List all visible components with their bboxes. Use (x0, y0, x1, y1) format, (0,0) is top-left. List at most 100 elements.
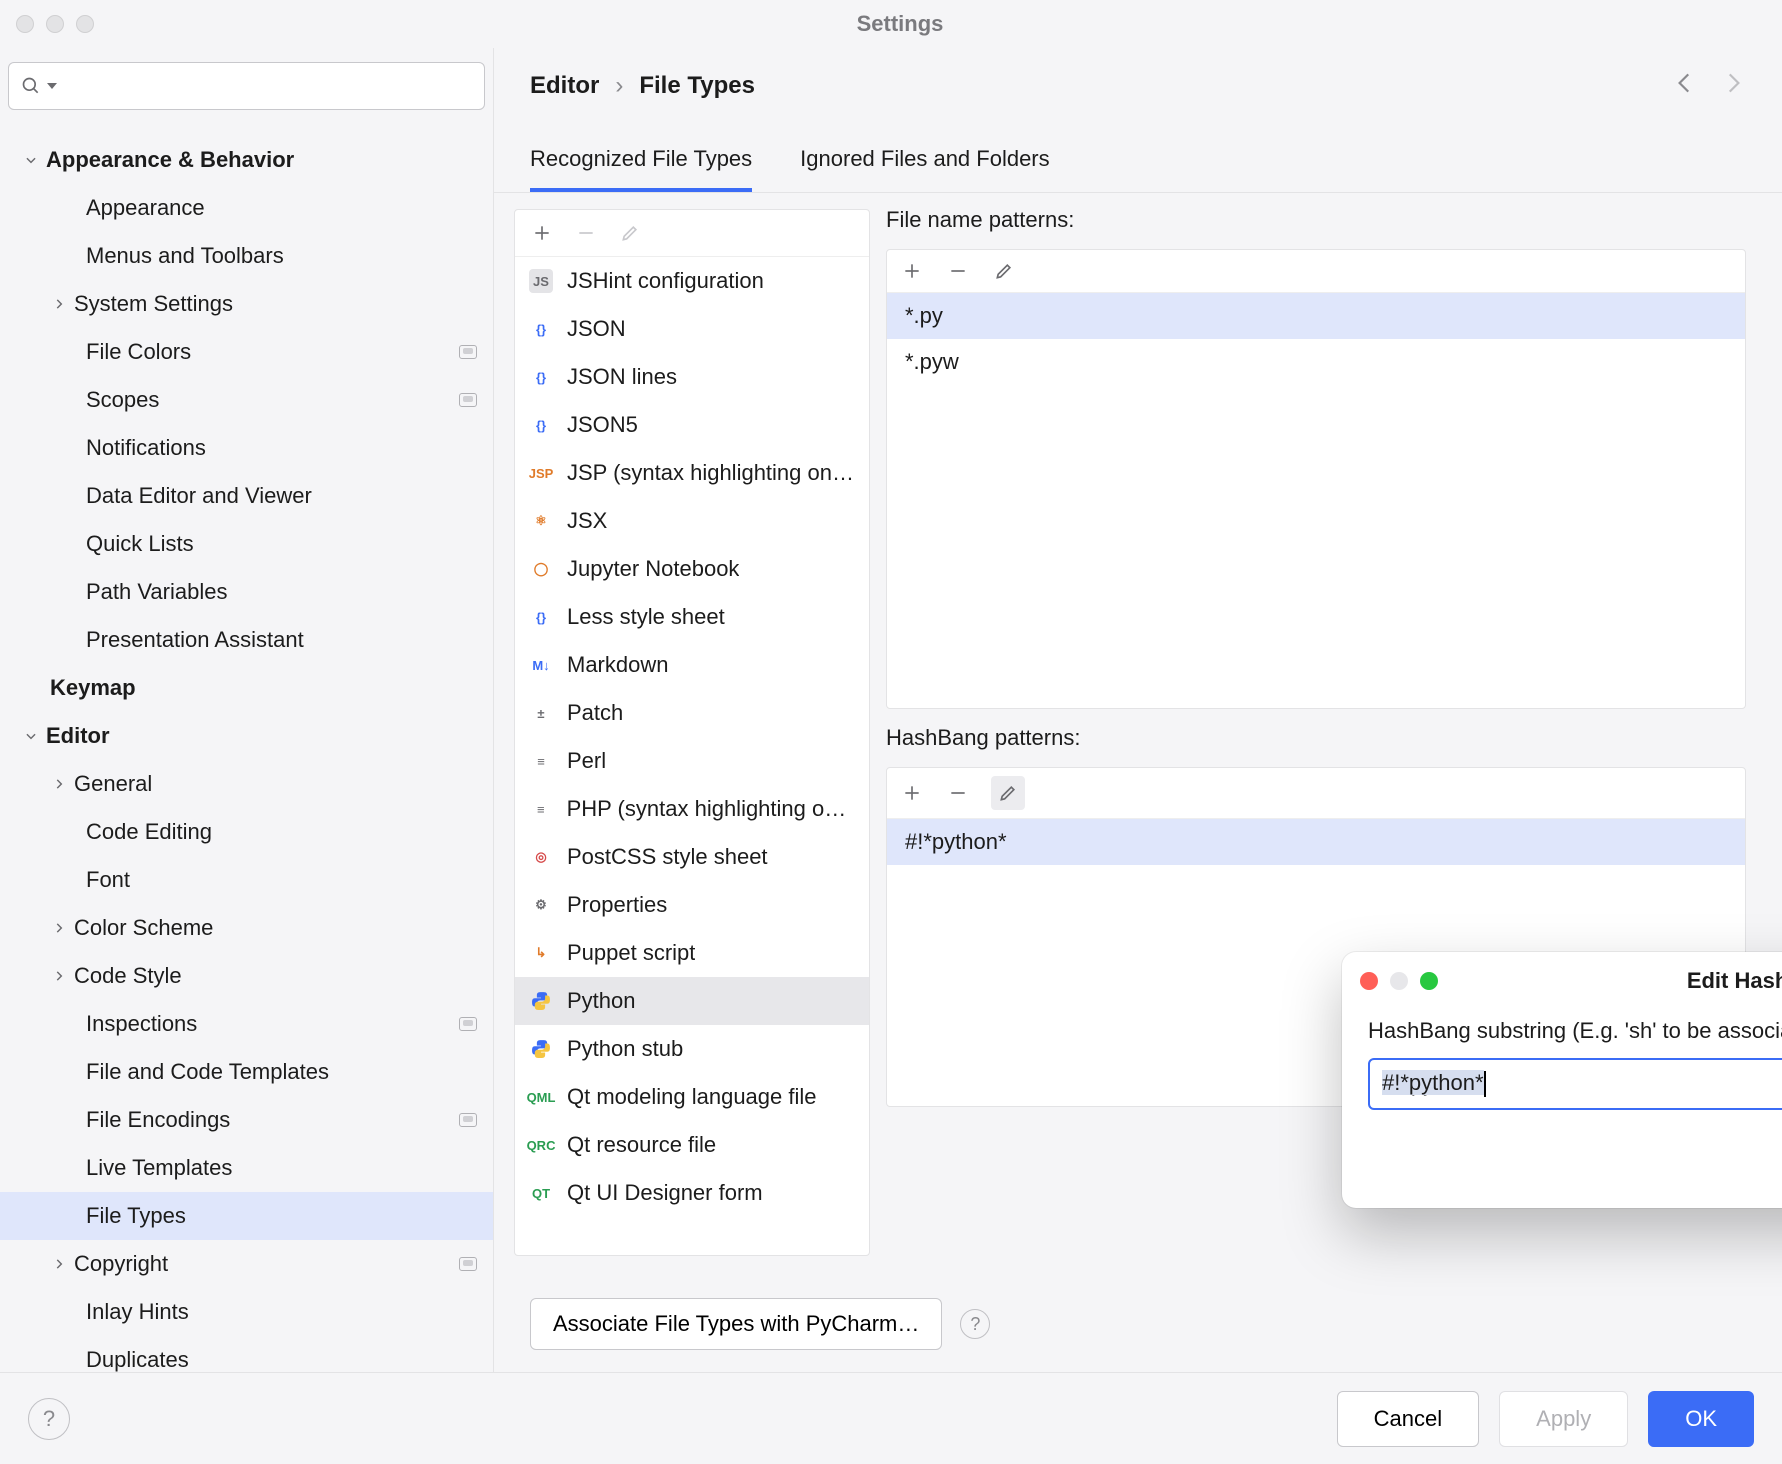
filetype-icon: M↓ (529, 653, 553, 677)
filetype-icon: ≡ (529, 749, 553, 773)
search-input[interactable] (8, 62, 485, 110)
add-filetype-button[interactable] (529, 220, 555, 246)
modal-title: Edit HashBang Pattern (1378, 968, 1782, 994)
sidebar-item-path-variables[interactable]: Path Variables (0, 568, 493, 616)
filetype-item-perl[interactable]: ≡Perl (515, 737, 869, 785)
filetype-item-less-style-sheet[interactable]: {}Less style sheet (515, 593, 869, 641)
ok-button[interactable]: OK (1648, 1391, 1754, 1447)
sidebar-item-label: General (74, 771, 477, 797)
add-pattern-button[interactable] (899, 258, 925, 284)
sidebar-item-scopes[interactable]: Scopes (0, 376, 493, 424)
sidebar-item-label: Quick Lists (86, 531, 477, 557)
back-button[interactable] (1672, 70, 1698, 102)
sidebar-item-label: Duplicates (86, 1347, 477, 1372)
filetype-item-postcss-style-sheet[interactable]: ◎PostCSS style sheet (515, 833, 869, 881)
sidebar-item-data-editor-and-viewer[interactable]: Data Editor and Viewer (0, 472, 493, 520)
remove-filetype-button[interactable] (573, 220, 599, 246)
sidebar-item-label: Path Variables (86, 579, 477, 605)
hashbang-input[interactable] (1368, 1058, 1782, 1110)
filetype-item-patch[interactable]: ±Patch (515, 689, 869, 737)
help-icon[interactable]: ? (960, 1309, 990, 1339)
sidebar-item-label: File Types (86, 1203, 477, 1229)
sidebar-item-font[interactable]: Font (0, 856, 493, 904)
sidebar-item-copyright[interactable]: Copyright (0, 1240, 493, 1288)
sidebar-item-appearance-behavior[interactable]: Appearance & Behavior (0, 136, 493, 184)
filetype-item-qt-ui-designer-form[interactable]: QTQt UI Designer form (515, 1169, 869, 1217)
file-pattern-item[interactable]: *.pyw (887, 339, 1745, 385)
sidebar-item-menus-and-toolbars[interactable]: Menus and Toolbars (0, 232, 493, 280)
project-badge-icon (459, 345, 477, 359)
sidebar-item-label: Editor (46, 723, 477, 749)
sidebar-item-file-and-code-templates[interactable]: File and Code Templates (0, 1048, 493, 1096)
filetype-label: JSON lines (567, 364, 677, 390)
filetype-icon (529, 1037, 553, 1061)
filetype-item-jupyter-notebook[interactable]: ◯Jupyter Notebook (515, 545, 869, 593)
sidebar-item-code-style[interactable]: Code Style (0, 952, 493, 1000)
remove-pattern-button[interactable] (945, 258, 971, 284)
sidebar-item-appearance[interactable]: Appearance (0, 184, 493, 232)
tab-ignored-files[interactable]: Ignored Files and Folders (800, 146, 1049, 192)
filetype-item-qt-modeling-language-file[interactable]: QMLQt modeling language file (515, 1073, 869, 1121)
sidebar-item-code-editing[interactable]: Code Editing (0, 808, 493, 856)
project-badge-icon (459, 1113, 477, 1127)
chevron-down-icon (22, 151, 40, 169)
edit-filetype-button[interactable] (617, 220, 643, 246)
sidebar-item-quick-lists[interactable]: Quick Lists (0, 520, 493, 568)
filetype-icon: QML (529, 1085, 553, 1109)
filetype-item-json5[interactable]: {}JSON5 (515, 401, 869, 449)
file-pattern-item[interactable]: *.py (887, 293, 1745, 339)
sidebar-item-editor[interactable]: Editor (0, 712, 493, 760)
edit-pattern-button[interactable] (991, 258, 1017, 284)
sidebar-item-inlay-hints[interactable]: Inlay Hints (0, 1288, 493, 1336)
edit-hashbang-button[interactable] (991, 776, 1025, 810)
sidebar-item-inspections[interactable]: Inspections (0, 1000, 493, 1048)
sidebar-item-live-templates[interactable]: Live Templates (0, 1144, 493, 1192)
footer-help-button[interactable]: ? (28, 1398, 70, 1440)
sidebar-item-file-types[interactable]: File Types (0, 1192, 493, 1240)
chevron-right-icon (50, 967, 68, 985)
filetype-item-jsx[interactable]: ⚛JSX (515, 497, 869, 545)
forward-button[interactable] (1720, 70, 1746, 102)
hashbang-pattern-item[interactable]: #!*python* (887, 819, 1745, 865)
filetype-item-puppet-script[interactable]: ↳Puppet script (515, 929, 869, 977)
sidebar-item-file-encodings[interactable]: File Encodings (0, 1096, 493, 1144)
window-title: Settings (34, 11, 1766, 37)
sidebar-item-system-settings[interactable]: System Settings (0, 280, 493, 328)
filetype-item-python-stub[interactable]: Python stub (515, 1025, 869, 1073)
filetype-item-jsp-syntax-highlighting-only-[interactable]: JSPJSP (syntax highlighting only) (515, 449, 869, 497)
breadcrumb-editor[interactable]: Editor (530, 72, 599, 100)
remove-hashbang-button[interactable] (945, 780, 971, 806)
filetype-item-python[interactable]: Python (515, 977, 869, 1025)
sidebar-item-file-colors[interactable]: File Colors (0, 328, 493, 376)
filetype-icon: ± (529, 701, 553, 725)
filetype-label: PHP (syntax highlighting only) (567, 796, 855, 822)
tab-recognized-file-types[interactable]: Recognized File Types (530, 146, 752, 192)
sidebar-item-notifications[interactable]: Notifications (0, 424, 493, 472)
filetype-item-qt-resource-file[interactable]: QRCQt resource file (515, 1121, 869, 1169)
filetype-icon (529, 989, 553, 1013)
sidebar-item-duplicates[interactable]: Duplicates (0, 1336, 493, 1372)
titlebar: Settings (0, 0, 1782, 48)
sidebar-item-presentation-assistant[interactable]: Presentation Assistant (0, 616, 493, 664)
filetype-label: Puppet script (567, 940, 695, 966)
cancel-button[interactable]: Cancel (1337, 1391, 1479, 1447)
sidebar-item-keymap[interactable]: Keymap (0, 664, 493, 712)
add-hashbang-button[interactable] (899, 780, 925, 806)
filetype-item-json-lines[interactable]: {}JSON lines (515, 353, 869, 401)
file-name-patterns-panel: *.py*.pyw (886, 249, 1746, 709)
breadcrumb: Editor › File Types (530, 72, 755, 100)
project-badge-icon (459, 1017, 477, 1031)
modal-close-icon[interactable] (1360, 972, 1378, 990)
associate-filetypes-button[interactable]: Associate File Types with PyCharm… (530, 1298, 942, 1350)
project-badge-icon (459, 1257, 477, 1271)
close-window-icon[interactable] (16, 15, 34, 33)
filetype-item-json[interactable]: {}JSON (515, 305, 869, 353)
sidebar-item-label: Presentation Assistant (86, 627, 477, 653)
filetype-item-jshint-configuration[interactable]: JSJSHint configuration (515, 257, 869, 305)
filetype-item-markdown[interactable]: M↓Markdown (515, 641, 869, 689)
filetype-item-properties[interactable]: ⚙Properties (515, 881, 869, 929)
sidebar-item-general[interactable]: General (0, 760, 493, 808)
filetype-item-php-syntax-highlighting-only-[interactable]: ≡PHP (syntax highlighting only) (515, 785, 869, 833)
sidebar-item-color-scheme[interactable]: Color Scheme (0, 904, 493, 952)
sidebar-item-label: Font (86, 867, 477, 893)
